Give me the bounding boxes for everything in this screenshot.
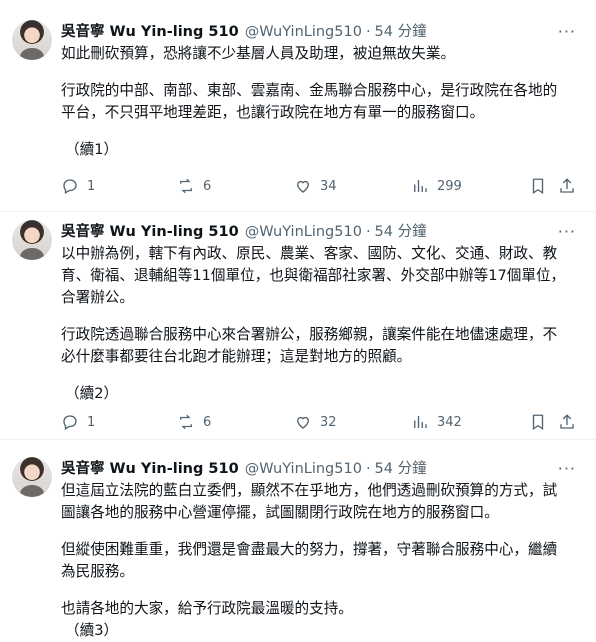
like-count: 34: [320, 178, 337, 194]
tweet[interactable]: 吳音寧 Wu Yin-ling 510 @WuYinLing510 · 54 分…: [0, 437, 596, 639]
more-icon[interactable]: ···: [558, 22, 576, 42]
display-name[interactable]: 吳音寧 Wu Yin-ling 510: [61, 222, 239, 242]
more-icon[interactable]: ···: [558, 459, 576, 479]
views-count: 342: [437, 414, 462, 430]
views-icon: [414, 416, 427, 428]
avatar[interactable]: [12, 457, 52, 497]
reply-button[interactable]: 1: [61, 413, 95, 431]
views-count: 299: [437, 178, 462, 194]
tweet-text: 但這屆立法院的藍白立委們，顯然不在乎地方，他們透過刪砍預算的方式，試 圖讓各地的…: [61, 480, 581, 642]
tweet-line: 行政院透過聯合服務中心來合署辦公，服務鄉親，讓案件能在地儘速處理，不: [61, 326, 558, 343]
like-button[interactable]: 32: [294, 413, 337, 431]
bookmark-icon: [532, 414, 544, 431]
reply-count: 1: [87, 414, 96, 430]
repost-button[interactable]: 6: [177, 413, 211, 431]
timestamp[interactable]: 54 分鐘: [375, 459, 427, 479]
tweet-line: 如此刪砍預算，恐將讓不少基層人員及助理，被迫無故失業。: [61, 45, 456, 62]
repost-count: 6: [203, 178, 212, 194]
tweet-line: 也請各地的大家，給予行政院最溫暖的支持。: [61, 600, 353, 617]
like-button[interactable]: 34: [294, 177, 337, 195]
reply-icon: [63, 415, 77, 430]
tweet-line: 育、衛福、退輔組等11個單位，也與衛福部社家署、外交部中辦等17個單位，: [61, 267, 566, 284]
tweet[interactable]: 吳音寧 Wu Yin-ling 510 @WuYinLing510 · 54 分…: [0, 200, 596, 440]
separator-dot: ·: [365, 24, 371, 40]
bookmark-button[interactable]: [529, 413, 547, 431]
tweet-line: 圖讓各地的服務中心營運停擺，試圖關閉行政院在地方的服務窗口。: [61, 504, 499, 521]
reply-icon: [63, 179, 77, 194]
separator-dot: ·: [365, 461, 371, 477]
tweet-line: 但縱使困難重重，我們還是會盡最大的努力，撐著，守著聯合服務中心，繼續: [61, 541, 558, 558]
bookmark-button[interactable]: [529, 177, 547, 195]
timestamp[interactable]: 54 分鐘: [375, 22, 427, 42]
tweet-line: （續1）: [65, 141, 119, 158]
tweet[interactable]: 吳音寧 Wu Yin-ling 510 @WuYinLing510 · 54 分…: [0, 0, 596, 212]
repost-icon: [180, 414, 192, 430]
handle[interactable]: @WuYinLing510: [245, 22, 362, 42]
tweet-line: （續2）: [65, 385, 119, 402]
tweet-header: 吳音寧 Wu Yin-ling 510 @WuYinLing510 · 54 分…: [61, 459, 576, 479]
heart-icon: [297, 180, 309, 193]
tweet-line: 必什麼事都要往台北跑才能辦理；這是對地方的照顧。: [61, 348, 412, 365]
handle[interactable]: @WuYinLing510: [245, 459, 362, 479]
tweet-line: 平台，不只弭平地理差距，也讓行政院在地方有單一的服務窗口。: [61, 104, 485, 121]
reply-count: 1: [87, 178, 96, 194]
tweet-line: 合署辦公。: [61, 289, 134, 306]
share-button[interactable]: [558, 177, 576, 195]
like-count: 32: [320, 414, 337, 430]
tweet-text: 如此刪砍預算，恐將讓不少基層人員及助理，被迫無故失業。 行政院的中部、南部、東部…: [61, 43, 581, 161]
views-button[interactable]: 342: [411, 413, 462, 431]
avatar[interactable]: [12, 20, 52, 60]
tweet-header: 吳音寧 Wu Yin-ling 510 @WuYinLing510 · 54 分…: [61, 222, 576, 242]
heart-icon: [297, 416, 309, 429]
repost-icon: [180, 178, 192, 194]
handle[interactable]: @WuYinLing510: [245, 222, 362, 242]
repost-count: 6: [203, 414, 212, 430]
avatar[interactable]: [12, 220, 52, 260]
tweet-line: 為民服務。: [61, 563, 134, 580]
views-button[interactable]: 299: [411, 177, 462, 195]
timestamp[interactable]: 54 分鐘: [375, 222, 427, 242]
action-bar: 1 6 32 342: [61, 412, 576, 432]
display-name[interactable]: 吳音寧 Wu Yin-ling 510: [61, 459, 239, 479]
share-icon: [560, 178, 574, 193]
tweet-line: 但這屆立法院的藍白立委們，顯然不在乎地方，他們透過刪砍預算的方式，試: [61, 482, 558, 499]
tweet-line: 以中辦為例，轄下有內政、原民、農業、客家、國防、文化、交通、財政、教: [61, 245, 558, 262]
share-button[interactable]: [558, 413, 576, 431]
more-icon[interactable]: ···: [558, 222, 576, 242]
bookmark-icon: [532, 178, 544, 195]
reply-button[interactable]: 1: [61, 177, 95, 195]
repost-button[interactable]: 6: [177, 177, 211, 195]
display-name[interactable]: 吳音寧 Wu Yin-ling 510: [61, 22, 239, 42]
tweet-line: 行政院的中部、南部、東部、雲嘉南、金馬聯合服務中心，是行政院在各地的: [61, 82, 558, 99]
tweet-header: 吳音寧 Wu Yin-ling 510 @WuYinLing510 · 54 分…: [61, 22, 576, 42]
views-icon: [414, 180, 427, 192]
separator-dot: ·: [365, 224, 371, 240]
tweet-text: 以中辦為例，轄下有內政、原民、農業、客家、國防、文化、交通、財政、教 育、衛福、…: [61, 243, 581, 405]
action-bar: 1 6 34 299: [61, 176, 576, 196]
share-icon: [560, 414, 574, 429]
